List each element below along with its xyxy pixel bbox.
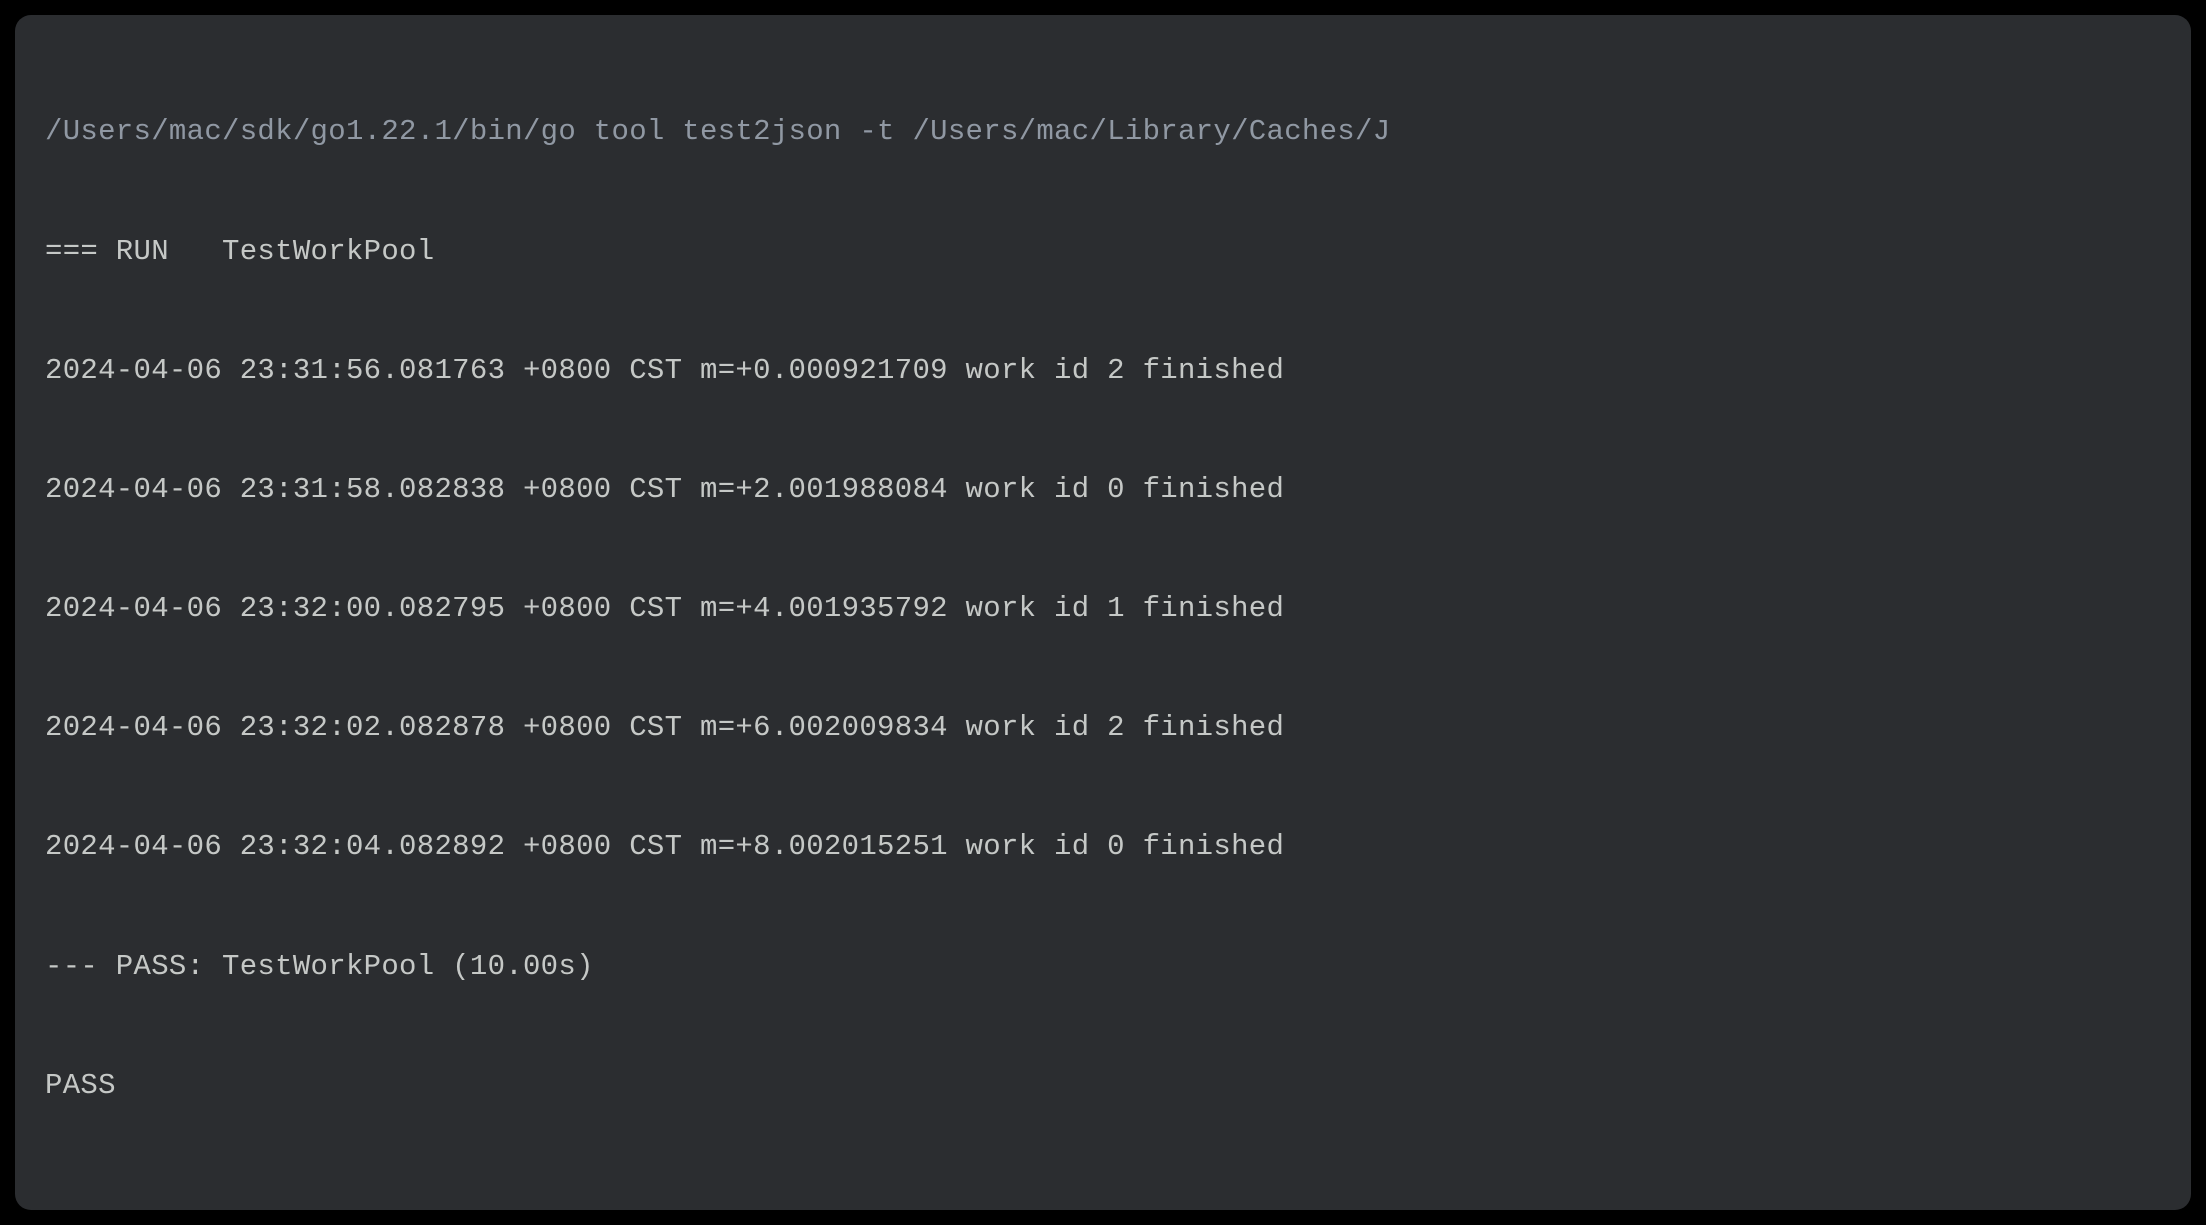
terminal-output[interactable]: /Users/mac/sdk/go1.22.1/bin/go tool test… [45, 33, 2161, 1185]
terminal-line: 2024-04-06 23:32:04.082892 +0800 CST m=+… [45, 827, 2161, 867]
terminal-panel: /Users/mac/sdk/go1.22.1/bin/go tool test… [15, 15, 2191, 1210]
terminal-line: 2024-04-06 23:32:02.082878 +0800 CST m=+… [45, 708, 2161, 748]
terminal-line: === RUN TestWorkPool [45, 232, 2161, 272]
terminal-line: 2024-04-06 23:31:58.082838 +0800 CST m=+… [45, 470, 2161, 510]
terminal-line: --- PASS: TestWorkPool (10.00s) [45, 947, 2161, 987]
terminal-line: /Users/mac/sdk/go1.22.1/bin/go tool test… [45, 112, 2161, 152]
terminal-line: PASS [45, 1066, 2161, 1106]
terminal-line: 2024-04-06 23:31:56.081763 +0800 CST m=+… [45, 351, 2161, 391]
terminal-line: 2024-04-06 23:32:00.082795 +0800 CST m=+… [45, 589, 2161, 629]
